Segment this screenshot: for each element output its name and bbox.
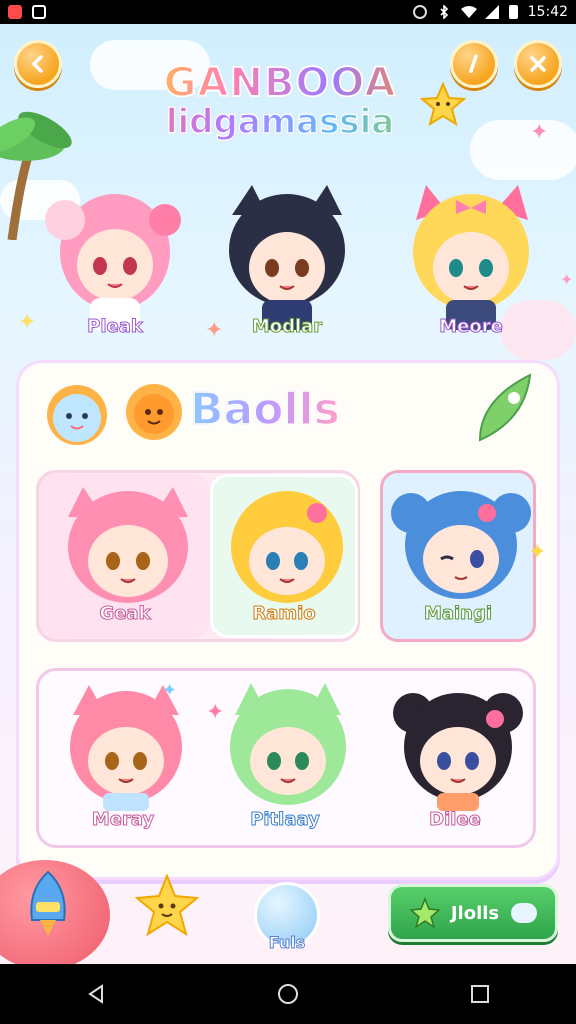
title-line-1: GANBOOA [130, 59, 430, 107]
character-avatar [230, 683, 346, 805]
title-line-2: lidgamassia [130, 101, 430, 143]
star-icon[interactable] [134, 874, 200, 938]
sparkle-icon: ✦ [18, 310, 37, 335]
close-icon [530, 56, 546, 72]
character-card-pitlaay[interactable]: Pitlaay [210, 672, 360, 842]
back-button[interactable] [14, 40, 62, 88]
sparkle-icon: ✦ [206, 700, 225, 725]
character-card-maingi[interactable]: Maingi [380, 470, 536, 642]
panel-title: Baolls [189, 383, 340, 436]
signal-icon [484, 5, 499, 19]
character-avatar [391, 491, 531, 599]
character-card-ramio[interactable]: Ramio [210, 474, 358, 638]
character-name: Meray [91, 809, 155, 831]
sparkle-icon: ✦ [528, 540, 547, 565]
close-button[interactable] [514, 40, 562, 88]
sync-icon [412, 5, 427, 19]
rocket-icon[interactable] [20, 870, 76, 940]
pencil-icon [469, 54, 478, 73]
character-avatar [393, 693, 523, 811]
character-card-dilee[interactable]: Dilee [380, 672, 530, 842]
character-card-geak[interactable]: Geak [40, 474, 210, 638]
sparkle-icon: ✦ [162, 680, 178, 701]
edit-button[interactable] [450, 40, 498, 88]
nav-back-icon[interactable] [84, 982, 108, 1006]
character-name: Dilee [429, 809, 482, 831]
star-mascot-icon [420, 82, 466, 126]
character-modlar[interactable]: Modlar [212, 180, 362, 355]
system-nav-bar [0, 964, 576, 1024]
cloud [470, 120, 576, 180]
sun-cloud-icon [47, 385, 107, 445]
status-bar: 15:42 [0, 0, 576, 24]
character-avatar [229, 185, 345, 330]
sun-icon [126, 384, 182, 440]
character-name: Pleak [87, 316, 144, 338]
character-pleak[interactable]: Pleak [40, 180, 190, 355]
bubble-label: Fuls [268, 933, 306, 953]
character-name: Meore [439, 316, 504, 338]
character-meore[interactable]: Meore [396, 180, 546, 355]
character-name: Maingi [423, 603, 493, 625]
rocket-decoration-icon [478, 373, 532, 442]
character-avatar [68, 487, 188, 603]
action-label: Jlolls [450, 902, 500, 924]
app-icon [32, 5, 46, 19]
character-name: Geak [99, 603, 151, 625]
game-title: GANBOOA lidgamassia [130, 59, 430, 143]
action-button[interactable]: Jlolls [388, 884, 558, 942]
character-avatar [231, 491, 343, 603]
cloud-icon [511, 903, 538, 923]
character-name: Modlar [251, 316, 323, 338]
bubble-button[interactable]: Fuls [254, 882, 320, 953]
character-name: Pitlaay [250, 809, 321, 831]
character-name: Ramio [252, 603, 316, 625]
wifi-icon [460, 5, 477, 19]
battery-icon [508, 5, 518, 19]
nav-recents-icon[interactable] [468, 982, 492, 1006]
bluetooth-icon [437, 4, 451, 20]
star-icon [409, 897, 441, 929]
character-avatar [45, 194, 181, 330]
chevron-left-icon [31, 55, 43, 73]
sparkle-icon: ✦ [530, 120, 549, 145]
character-avatar [413, 185, 529, 330]
notification-icon [8, 5, 22, 19]
status-time: 15:42 [527, 4, 568, 20]
sparkle-icon: ✦ [560, 270, 574, 289]
nav-home-icon[interactable] [276, 982, 300, 1006]
